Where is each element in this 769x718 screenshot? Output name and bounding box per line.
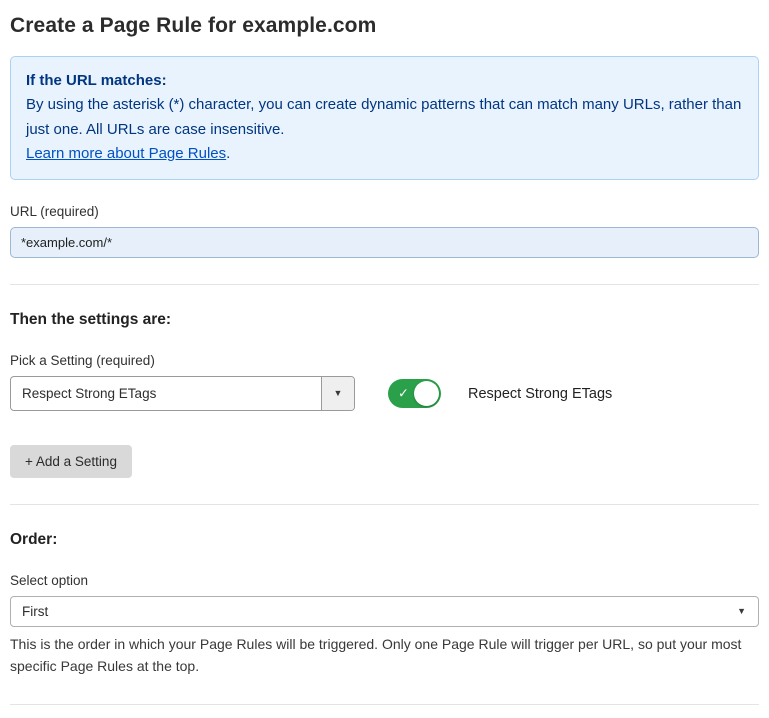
url-match-info-box: If the URL matches: By using the asteris…: [10, 56, 759, 180]
toggle-label: Respect Strong ETags: [468, 386, 612, 402]
page-title: Create a Page Rule for example.com: [10, 14, 759, 38]
setting-row: Respect Strong ETags ▼ ✓ Respect Strong …: [10, 376, 759, 411]
chevron-down-icon: ▼: [737, 607, 746, 616]
chevron-down-icon: ▼: [334, 389, 343, 398]
toggle-knob: [414, 381, 439, 406]
add-setting-button[interactable]: + Add a Setting: [10, 445, 132, 478]
setting-dropdown-caret-button[interactable]: ▼: [321, 377, 354, 410]
order-help-text: This is the order in which your Page Rul…: [10, 634, 759, 677]
url-label: URL (required): [10, 204, 759, 219]
respect-strong-etags-toggle[interactable]: ✓: [388, 379, 441, 408]
info-box-body: By using the asterisk (*) character, you…: [26, 93, 743, 142]
page-rule-form: Create a Page Rule for example.com If th…: [0, 0, 769, 718]
divider: [10, 284, 759, 285]
link-suffix: .: [226, 145, 230, 162]
divider: [10, 504, 759, 505]
order-select-value: First: [22, 604, 48, 619]
setting-dropdown-value: Respect Strong ETags: [11, 377, 321, 410]
info-box-heading: If the URL matches:: [26, 69, 743, 93]
settings-heading: Then the settings are:: [10, 311, 759, 329]
setting-dropdown[interactable]: Respect Strong ETags ▼: [10, 376, 355, 411]
order-select[interactable]: First ▼: [10, 596, 759, 627]
order-heading: Order:: [10, 531, 759, 549]
divider: [10, 704, 759, 705]
url-input[interactable]: [10, 227, 759, 258]
check-icon: ✓: [398, 385, 409, 401]
pick-setting-label: Pick a Setting (required): [10, 353, 759, 368]
info-link-row: Learn more about Page Rules.: [26, 142, 743, 166]
order-select-label: Select option: [10, 573, 759, 588]
toggle-group: ✓ Respect Strong ETags: [388, 379, 612, 408]
learn-more-link[interactable]: Learn more about Page Rules: [26, 145, 226, 162]
